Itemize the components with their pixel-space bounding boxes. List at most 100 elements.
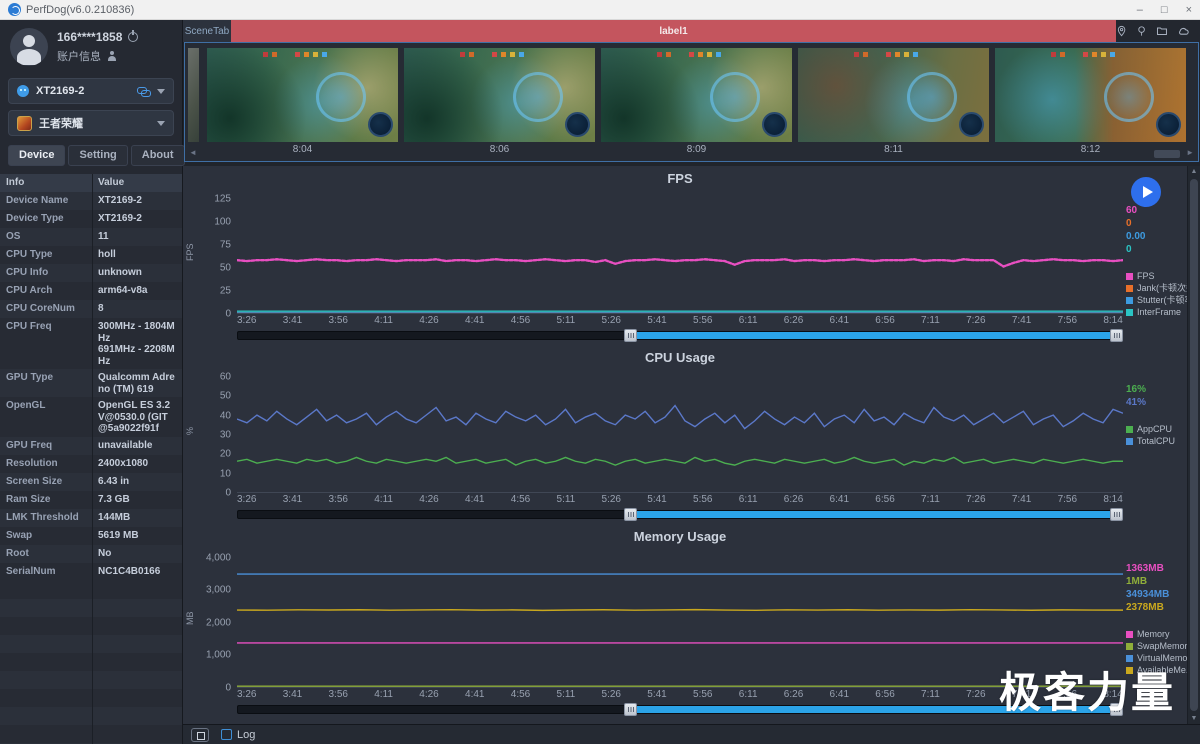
tab-device[interactable]: Device [8,145,66,166]
thumbnail-scrollbar-thumb[interactable] [1154,150,1180,158]
legend-swatch [1126,296,1133,304]
location-pin-icon[interactable] [1116,24,1127,38]
minimize-button[interactable]: – [1137,1,1143,19]
plot-area[interactable] [237,190,1123,314]
scene-thumbnail[interactable]: 8:12 [995,48,1186,161]
table-empty-rows [0,580,182,744]
log-checkbox[interactable] [221,729,232,740]
legend-item[interactable]: VirtualMemory [1126,652,1187,664]
scene-label-bar[interactable]: label1 [231,20,1116,42]
maximize-button[interactable]: □ [1161,1,1168,19]
table-row: CPU Type holl [0,246,182,264]
plot-area[interactable] [237,548,1123,688]
link-icon[interactable] [137,86,151,97]
plot-area[interactable] [237,369,1123,493]
scene-tab[interactable]: SceneTab [183,20,231,42]
log-toggle[interactable]: Log [221,729,255,741]
spell-ring [512,72,563,123]
scrollbar-right-handle[interactable] [1110,703,1123,716]
y-tick-label: 125 [214,193,231,205]
legend-item[interactable]: SwapMemory [1126,640,1187,652]
scrollbar-right-handle[interactable] [1110,508,1123,521]
folder-icon[interactable] [1156,24,1168,38]
scrollbar-left-handle[interactable] [624,508,638,521]
scroll-down-arrow-icon[interactable]: ▼ [1188,715,1200,722]
info-label: CPU CoreNum [6,303,75,314]
account-info-label[interactable]: 账户信息 [57,48,101,64]
scrollbar-selected-range[interactable] [631,332,1122,339]
x-tick-label: 7:26 [966,689,986,700]
device-select[interactable]: XT2169-2 [8,78,174,104]
scrollbar-left-handle[interactable] [624,703,638,716]
vertical-scrollbar-thumb[interactable] [1190,179,1198,711]
x-tick-label: 6:11 [738,689,758,700]
legend-label: VirtualMemory [1137,653,1187,663]
x-tick-label: 5:56 [693,494,713,505]
app-select-value: 王者荣耀 [39,118,83,130]
scrollbar-right-handle[interactable] [1110,329,1123,342]
minimap [959,112,984,137]
balloon-pin-icon[interactable] [1136,24,1147,38]
scene-thumbnail[interactable]: 8:11 [798,48,989,161]
app-select[interactable]: 王者荣耀 [8,110,174,136]
series-TotalCPU [237,406,1123,429]
y-tick-label: 0 [225,308,231,320]
time-range-scrollbar[interactable] [237,329,1123,342]
scene-thumbnail[interactable]: 8:06 [404,48,595,161]
minimap [565,112,590,137]
scrollbar-selected-range[interactable] [631,511,1122,518]
info-label: GPU Type [6,372,54,383]
scene-thumbnail[interactable]: 8:04 [207,48,398,161]
chart-right-panel: 6000.000FPSJank(卡顿次数)Stutter(卡顿率)InterFr… [1123,190,1187,317]
time-range-scrollbar[interactable] [237,508,1123,521]
legend-item[interactable]: Jank(卡顿次数) [1126,282,1187,294]
tab-about[interactable]: About [130,145,185,166]
scroll-right-arrow-icon[interactable]: ► [1186,148,1194,157]
legend-item[interactable]: FPS [1126,270,1187,282]
scrollbar-selected-range[interactable] [631,706,1122,713]
time-range-scrollbar[interactable] [237,703,1123,716]
power-icon[interactable] [128,30,139,42]
play-button[interactable] [1131,177,1161,207]
legend-swatch [1126,272,1133,280]
scroll-up-arrow-icon[interactable]: ▲ [1188,168,1200,175]
legend-item[interactable]: AvailableMe... [1126,664,1187,676]
avatar[interactable] [10,28,48,66]
tab-setting[interactable]: Setting [68,145,128,166]
legend-item[interactable]: Stutter(卡顿率) [1126,294,1187,306]
close-button[interactable]: × [1186,1,1192,19]
expand-panel-button[interactable] [191,727,209,742]
legend-item[interactable]: AppCPU [1126,423,1187,435]
scroll-left-arrow-icon[interactable]: ◄ [189,148,197,157]
x-tick-label: 4:26 [419,689,439,700]
legend-item[interactable]: Memory [1126,628,1187,640]
info-label: CPU Freq [6,321,52,332]
vertical-scrollbar[interactable]: ▲ ▼ [1187,166,1200,724]
x-tick-label: 3:41 [282,315,303,326]
x-tick-label: 3:26 [237,689,257,700]
current-value: 2378MB [1126,602,1164,613]
person-icon [107,51,117,61]
info-label: SerialNum [6,565,56,577]
partial-thumbnail[interactable] [188,48,199,142]
x-tick-label: 4:26 [419,315,439,326]
thumbnail-scrollbar: ◄ ► [187,148,1196,160]
legend-item[interactable]: TotalCPU [1126,435,1187,447]
scrollbar-left-handle[interactable] [624,329,638,342]
info-value: 300MHz - 1804MHz 691MHz - 2208MHz [98,321,175,367]
x-tick-label: 8:14 [1103,315,1123,326]
cloud-icon[interactable] [1177,24,1190,38]
chart-title: CPU Usage [644,350,716,365]
chart-legend: Memory SwapMemory VirtualMemory AvailableMe… [1126,628,1187,676]
table-row: CPU Info unknown [0,264,182,282]
legend-label: Memory [1137,629,1170,639]
x-tick-label: 5:41 [647,315,667,326]
scene-thumbnail[interactable]: 8:09 [601,48,792,161]
thumbnail-image [995,48,1186,142]
legend-label: SwapMemory [1137,641,1187,651]
current-value: 0 [1126,218,1132,229]
x-tick-label: 7:41 [1011,494,1032,505]
table-header-value: Value [98,177,125,188]
legend-label: AppCPU [1137,424,1173,434]
x-tick-label: 6:11 [738,315,758,326]
